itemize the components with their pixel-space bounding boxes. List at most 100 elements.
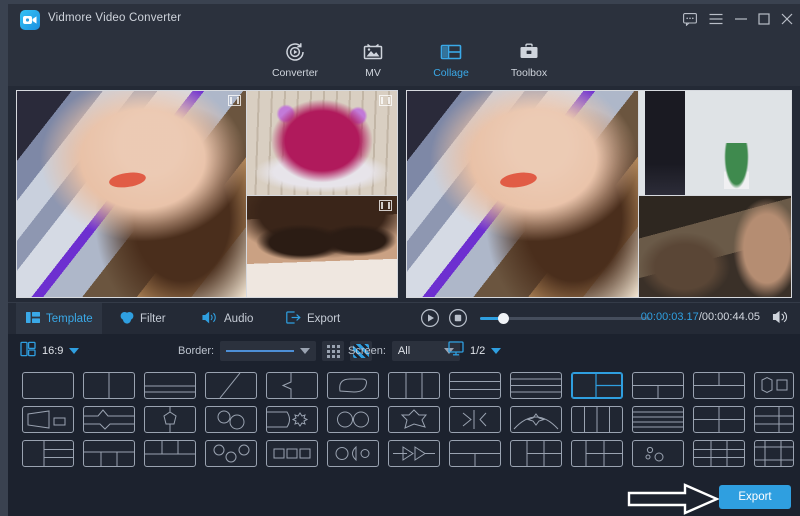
screen-label: Screen: — [348, 345, 386, 357]
aspect-ratio-control[interactable]: 16:9 — [20, 334, 79, 368]
crop-badge-icon — [228, 95, 241, 106]
close-icon[interactable] — [777, 10, 797, 30]
sub-tab-template[interactable]: Template — [16, 303, 102, 335]
template-tile[interactable] — [388, 440, 440, 467]
page-control[interactable]: 1/2 — [448, 334, 501, 368]
template-tile[interactable] — [571, 440, 623, 467]
volume-icon[interactable] — [772, 309, 792, 329]
template-tile[interactable] — [144, 440, 196, 467]
template-tile[interactable] — [632, 406, 684, 433]
screen-icon — [448, 341, 464, 361]
export-icon — [286, 311, 301, 327]
sub-tab-audio[interactable]: Audio — [192, 303, 264, 335]
options-toolbar: 16:9 Border: Screen: All — [8, 334, 800, 368]
border-line-preview — [226, 350, 294, 352]
template-tile[interactable] — [205, 372, 257, 399]
chevron-down-icon[interactable] — [491, 348, 501, 354]
tab-collage[interactable]: Collage — [412, 36, 490, 86]
toolbox-icon — [490, 40, 568, 64]
menu-icon[interactable] — [706, 10, 726, 30]
template-tile[interactable] — [22, 372, 74, 399]
page-value: 1/2 — [470, 345, 485, 357]
collage-editor[interactable] — [16, 90, 398, 298]
tab-converter-label: Converter — [256, 67, 334, 79]
play-icon[interactable] — [420, 308, 440, 328]
border-pattern-icon[interactable] — [322, 341, 344, 361]
template-tile[interactable] — [327, 406, 379, 433]
screen-control: Screen: All — [348, 334, 460, 368]
template-tile[interactable] — [693, 406, 745, 433]
chevron-down-icon[interactable] — [69, 348, 79, 354]
sub-tab-filter-label: Filter — [140, 313, 166, 325]
border-control: Border: — [178, 334, 372, 368]
template-tile[interactable] — [83, 440, 135, 467]
template-tile[interactable] — [510, 440, 562, 467]
tab-collage-label: Collage — [412, 67, 490, 79]
sub-tab-export-label: Export — [307, 313, 340, 325]
preview-cell-top-right — [639, 91, 791, 196]
template-tile[interactable] — [510, 372, 562, 399]
filter-icon — [120, 311, 134, 327]
template-tile[interactable] — [266, 372, 318, 399]
converter-icon — [256, 40, 334, 64]
seek-handle[interactable] — [498, 313, 509, 324]
film-badge-icon — [379, 95, 392, 106]
template-tile[interactable] — [22, 406, 74, 433]
template-tile[interactable] — [632, 372, 684, 399]
tab-toolbox-label: Toolbox — [490, 67, 568, 79]
seek-bar[interactable] — [480, 317, 650, 320]
template-tile[interactable] — [144, 372, 196, 399]
aspect-ratio-icon — [20, 341, 36, 362]
stop-icon[interactable] — [448, 308, 468, 328]
tab-converter[interactable]: Converter — [256, 36, 334, 86]
template-tile[interactable] — [327, 372, 379, 399]
sub-tab-export[interactable]: Export — [276, 303, 352, 335]
template-tile[interactable] — [83, 372, 135, 399]
screen-value: All — [398, 345, 410, 357]
template-tile[interactable] — [144, 406, 196, 433]
template-tile[interactable] — [388, 372, 440, 399]
template-tile[interactable] — [327, 440, 379, 467]
tab-mv[interactable]: MV — [334, 36, 412, 86]
template-tile[interactable] — [22, 440, 74, 467]
template-tile[interactable] — [266, 406, 318, 433]
aspect-ratio-value: 16:9 — [42, 345, 63, 357]
template-tile[interactable] — [266, 440, 318, 467]
sub-tab-template-label: Template — [46, 313, 93, 325]
minimize-icon[interactable] — [731, 10, 751, 30]
total-time: 00:00:44.05 — [702, 311, 760, 323]
app-title: Vidmore Video Converter — [48, 12, 181, 24]
tab-toolbox[interactable]: Toolbox — [490, 36, 568, 86]
collage-preview[interactable] — [406, 90, 792, 298]
template-tile[interactable] — [83, 406, 135, 433]
template-tile[interactable] — [205, 406, 257, 433]
sub-tab-filter[interactable]: Filter — [110, 303, 178, 335]
template-tile[interactable] — [449, 372, 501, 399]
app-logo-icon — [20, 10, 40, 30]
template-tile[interactable] — [754, 440, 794, 467]
template-tile[interactable] — [510, 406, 562, 433]
template-tile[interactable] — [388, 406, 440, 433]
editor-cell-bottom-right[interactable] — [247, 196, 397, 297]
maximize-icon[interactable] — [754, 10, 774, 30]
template-tile[interactable] — [632, 440, 684, 467]
template-tile[interactable] — [205, 440, 257, 467]
editor-cell-main[interactable] — [17, 91, 247, 297]
editor-cell-top-right[interactable] — [247, 91, 397, 196]
film-badge-icon — [379, 200, 392, 211]
template-tile-selected[interactable] — [571, 372, 623, 399]
template-tile[interactable] — [449, 406, 501, 433]
template-tile[interactable] — [693, 440, 745, 467]
preview-cell-main — [407, 91, 639, 297]
chevron-down-icon[interactable] — [300, 348, 310, 354]
border-style-dropdown[interactable] — [220, 341, 316, 361]
feedback-icon[interactable] — [680, 10, 700, 30]
template-tile[interactable] — [449, 440, 501, 467]
template-tile[interactable] — [571, 406, 623, 433]
template-tile[interactable] — [754, 372, 794, 399]
template-tile[interactable] — [693, 372, 745, 399]
application-window: Vidmore Video Converter — [8, 4, 800, 516]
template-tile[interactable] — [754, 406, 794, 433]
export-button[interactable]: Export — [719, 485, 791, 509]
timecode-display: 00:00:03.17/00:00:44.05 — [641, 311, 760, 323]
